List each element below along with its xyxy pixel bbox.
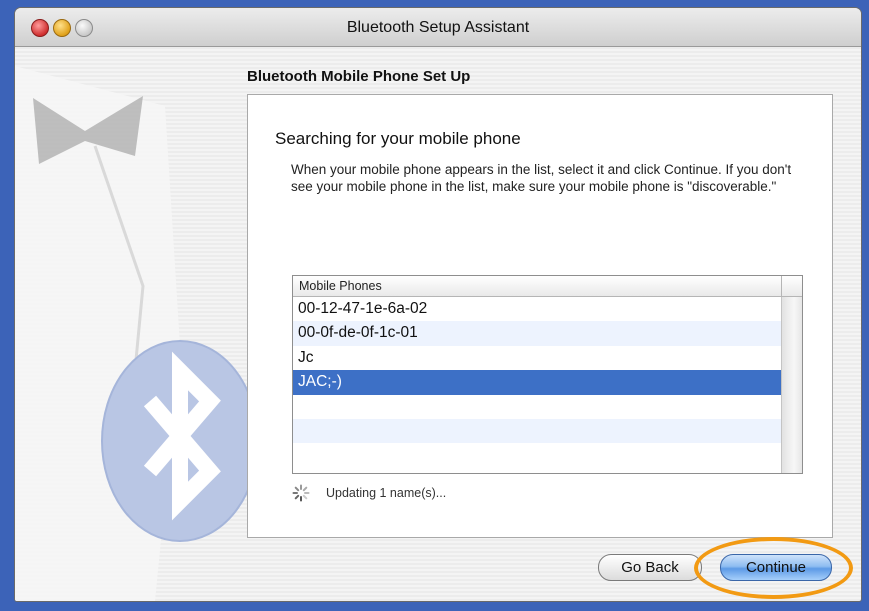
list-header-corner <box>781 276 802 296</box>
progress-spinner-icon <box>292 484 310 502</box>
list-item[interactable] <box>293 418 782 444</box>
status-text: Updating 1 name(s)... <box>326 486 447 500</box>
panel-heading: Searching for your mobile phone <box>275 129 521 148</box>
window-title: Bluetooth Setup Assistant <box>346 19 530 36</box>
list-scrollbar[interactable] <box>781 297 802 473</box>
list-item[interactable]: 00-12-47-1e-6a-02 <box>293 297 782 321</box>
list-item[interactable]: JAC;-) <box>293 370 782 395</box>
list-rows: 00-12-47-1e-6a-02 00-0f-de-0f-1c-01 Jc JAC;… <box>293 297 782 473</box>
list-column-header[interactable]: Mobile Phones <box>293 276 802 297</box>
list-item[interactable]: Jc <box>293 346 782 370</box>
section-title: Bluetooth Mobile Phone Set Up <box>247 68 471 85</box>
bluetooth-tuxedo-illustration <box>15 66 255 601</box>
setup-assistant-window: Bluetooth Setup Assistant Bluetooth Mobi… <box>15 8 861 601</box>
list-item[interactable] <box>293 443 782 467</box>
content-panel: Searching for your mobile phone When you… <box>247 94 833 538</box>
list-column-header-label: Mobile Phones <box>299 279 382 293</box>
mobile-phones-list[interactable]: Mobile Phones 00-12-47-1e-6a-02 00-0f-de-… <box>292 275 803 474</box>
panel-description: When your mobile phone appears in the li… <box>291 162 792 194</box>
go-back-button[interactable]: Go Back <box>598 554 702 581</box>
list-item[interactable] <box>293 395 782 419</box>
title-bar[interactable]: Bluetooth Setup Assistant <box>15 8 861 47</box>
list-item[interactable]: 00-0f-de-0f-1c-01 <box>293 321 782 346</box>
continue-button[interactable]: Continue <box>720 554 832 581</box>
